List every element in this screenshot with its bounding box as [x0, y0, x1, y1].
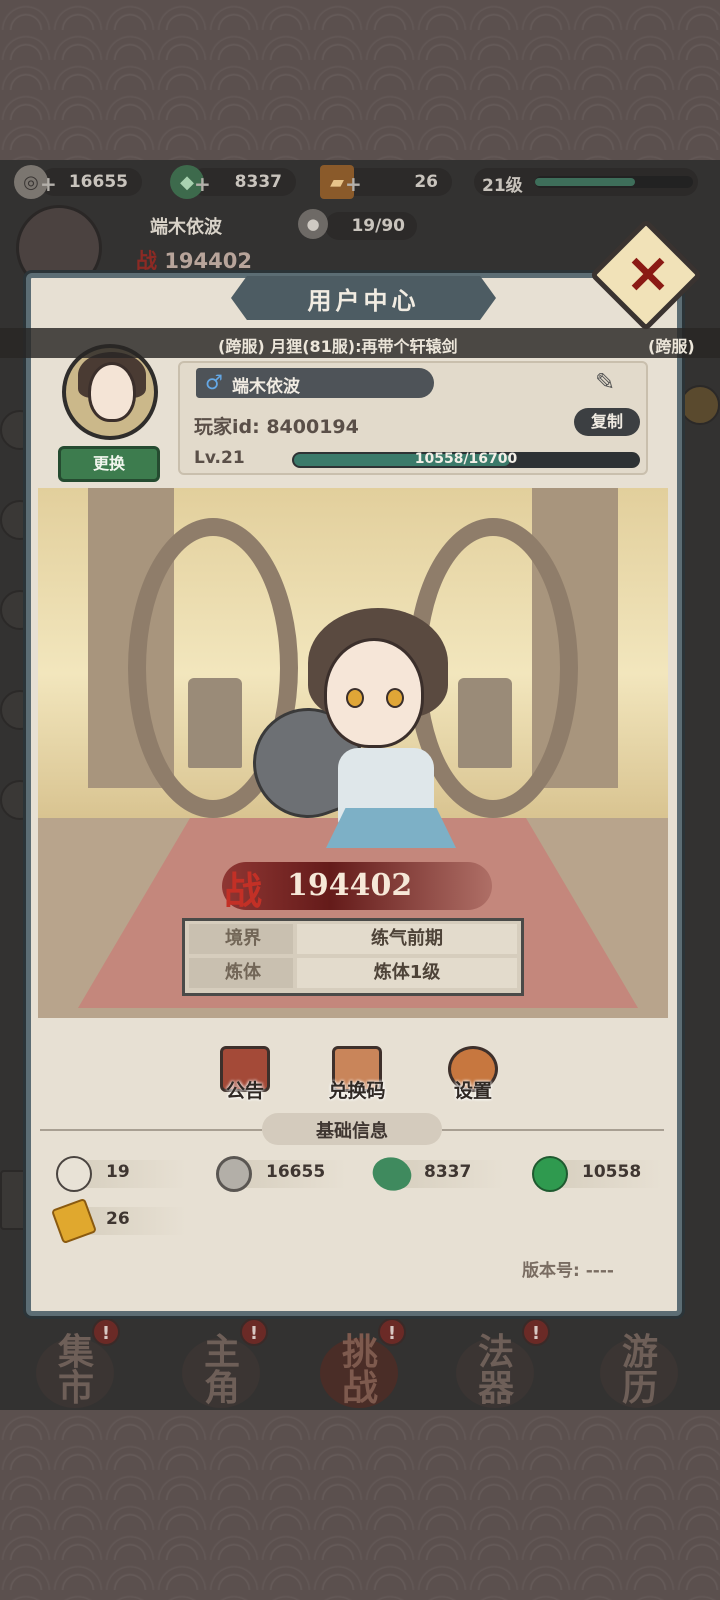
bun-icon — [56, 1156, 92, 1192]
hud-player-name: 端木依波 — [150, 217, 222, 238]
player-name: 端木依波 — [232, 377, 300, 397]
modal-title: 用户中心 — [307, 285, 420, 315]
rename-brush-icon[interactable]: ✎ — [590, 368, 620, 402]
nav-item-artifact[interactable]: 法器 ! — [450, 1318, 550, 1410]
realm-label: 境界 — [189, 924, 293, 954]
coins-value: 16655 — [266, 1162, 326, 1182]
alert-badge-icon: ! — [240, 1318, 268, 1346]
add-coins-icon[interactable]: + — [40, 172, 57, 196]
tickets-value: 26 — [106, 1209, 130, 1229]
combat-power-value: 194402 — [287, 868, 413, 903]
energy-counter: 19/90 — [325, 212, 417, 240]
coin-count: 16655 — [68, 172, 128, 192]
alert-badge-icon: ! — [522, 1318, 550, 1346]
redeem-code-label: 兑换码 — [328, 1080, 386, 1102]
ticket-count: 26 — [414, 172, 438, 192]
section-divider-left — [40, 1129, 262, 1131]
add-tickets-icon[interactable]: + — [345, 172, 362, 196]
cultivation-table: 境界 练气前期 炼体 炼体1级 — [182, 918, 524, 996]
wave-background-bottom — [0, 1410, 720, 1600]
nav-item-market[interactable]: 集市 ! — [30, 1318, 122, 1410]
player-id: 玩家id: 8400194 — [194, 416, 359, 438]
wave-background-top — [0, 0, 720, 160]
version-label: 版本号: ---- — [522, 1261, 614, 1281]
body-value: 炼体1级 — [297, 958, 517, 988]
exp-text: 10558/16700 — [414, 451, 518, 467]
stone-lantern-left — [188, 678, 242, 768]
redeem-code-button[interactable]: 兑换码 — [322, 1040, 392, 1110]
side-task-button[interactable] — [0, 1170, 28, 1230]
change-avatar-button[interactable]: 更换 — [58, 446, 160, 482]
realm-row: 境界 练气前期 — [185, 924, 521, 958]
bun-icon: ● — [298, 209, 328, 239]
notice-button[interactable]: 公告 — [210, 1040, 280, 1110]
bottom-nav: 集市 ! 主角 ! 挑战 ! 法器 ! 游历 — [0, 1318, 720, 1410]
realm-value: 练气前期 — [297, 924, 517, 954]
green-orb-icon — [532, 1156, 568, 1192]
nav-item-artifact-label: 法器 — [477, 1331, 518, 1409]
nav-item-travel-label: 游历 — [621, 1331, 662, 1409]
combat-power-glyph: 战 — [224, 868, 263, 913]
level-label: 21级 — [482, 176, 523, 196]
player-avatar[interactable] — [62, 344, 158, 440]
notice-label: 公告 — [225, 1080, 264, 1102]
copy-id-button[interactable]: 复制 — [574, 408, 640, 436]
character-head — [324, 638, 424, 748]
character-eye-right — [386, 688, 404, 708]
hud-power: 战 194402 — [136, 245, 252, 275]
broadcast-marquee: (跨服) 月狸(81服):再带个轩辕剑 (跨服) — [0, 328, 720, 358]
jade-count: 8337 — [234, 172, 282, 192]
player-level: Lv.21 — [194, 448, 245, 468]
close-icon[interactable]: ✕ — [626, 248, 670, 304]
alert-badge-icon: ! — [378, 1318, 406, 1346]
energy-count: 19/90 — [351, 216, 405, 236]
alert-badge-icon: ! — [92, 1318, 120, 1346]
modal-title-banner: 用户中心 — [231, 276, 496, 320]
nav-item-hero[interactable]: 主角 ! — [176, 1318, 268, 1410]
exp-orb-value: 10558 — [582, 1162, 642, 1182]
avatar-face — [88, 362, 136, 422]
level-progress-fill — [535, 178, 635, 186]
basic-info-title: 基础信息 — [316, 1121, 388, 1142]
section-divider-right — [442, 1129, 664, 1131]
jade-value: 8337 — [424, 1162, 472, 1182]
body-row: 炼体 炼体1级 — [185, 958, 521, 992]
broadcast-message-tail: (跨服) — [648, 337, 695, 356]
hud-power-glyph: 战 — [136, 249, 157, 273]
hud-power-value: 194402 — [164, 249, 252, 273]
body-label: 炼体 — [189, 958, 293, 988]
broadcast-message: (跨服) 月狸(81服):再带个轩辕剑 — [218, 337, 458, 356]
character-skirt — [326, 808, 456, 848]
player-character[interactable] — [308, 608, 468, 848]
settings-button[interactable]: 设置 — [438, 1040, 508, 1110]
level-progress-bar — [535, 176, 693, 188]
coin-icon — [216, 1156, 252, 1192]
stat-pill — [76, 1160, 186, 1188]
nav-item-travel[interactable]: 游历 — [594, 1320, 686, 1410]
male-gender-icon: ♂ — [205, 370, 223, 394]
side-add-button[interactable] — [680, 385, 720, 425]
add-jade-icon[interactable]: + — [194, 172, 211, 196]
nav-item-challenge[interactable]: 挑战 ! — [314, 1318, 406, 1410]
buns-value: 19 — [106, 1162, 130, 1182]
character-eye-left — [346, 688, 364, 708]
settings-label: 设置 — [453, 1080, 492, 1102]
